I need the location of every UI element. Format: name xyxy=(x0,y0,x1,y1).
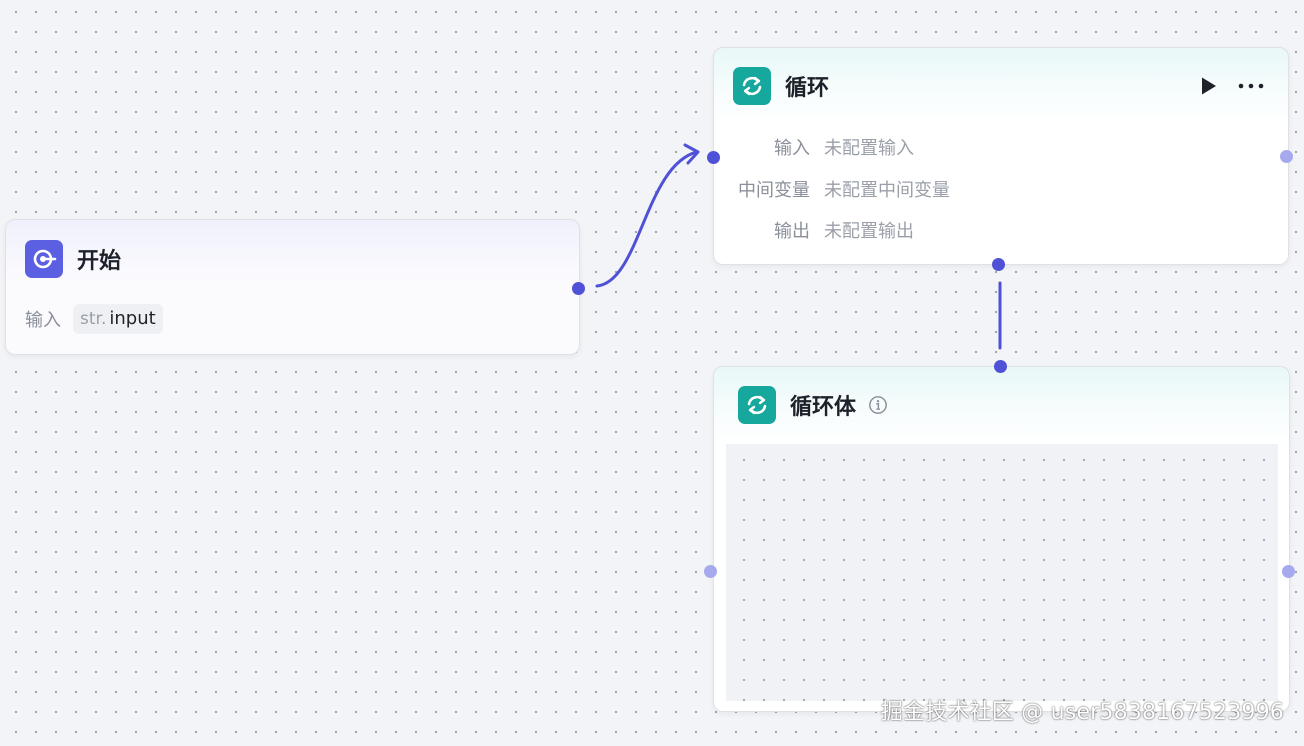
loop-body-node[interactable]: 循环体 xyxy=(713,366,1290,712)
loop-icon xyxy=(733,67,771,105)
loop-output-row: 输出 未配置输出 xyxy=(718,217,914,243)
loop-node-actions xyxy=(1198,75,1266,97)
loop-row-label: 输入 xyxy=(774,138,810,159)
start-node-header: 开始 xyxy=(25,240,121,278)
loop-icon xyxy=(738,386,776,424)
loop-row-value: 未配置输出 xyxy=(824,221,914,242)
loop-row-label: 输出 xyxy=(774,221,810,242)
edge-start-to-loop[interactable] xyxy=(595,150,699,288)
info-icon[interactable] xyxy=(868,395,888,415)
loop-row-value: 未配置输入 xyxy=(824,138,914,159)
loop-body-output-handle[interactable] xyxy=(1282,565,1295,578)
variable-type: str. xyxy=(80,308,107,329)
variable-name: input xyxy=(109,308,156,329)
loop-intermediate-row: 中间变量 未配置中间变量 xyxy=(718,176,950,202)
loop-body-top-handle[interactable] xyxy=(994,360,1007,373)
watermark: 掘金技术社区 @ user5838167523996 xyxy=(880,700,1284,725)
loop-node-header: 循环 xyxy=(733,67,829,105)
loop-row-value: 未配置中间变量 xyxy=(824,180,950,201)
start-input-label: 输入 xyxy=(25,310,61,331)
loop-row-label: 中间变量 xyxy=(738,180,810,201)
loop-body-node-header: 循环体 xyxy=(738,386,888,424)
start-output-handle[interactable] xyxy=(572,282,585,295)
start-icon xyxy=(25,240,63,278)
loop-bottom-handle[interactable] xyxy=(992,258,1005,271)
loop-input-row: 输入 未配置输入 xyxy=(718,134,914,160)
loop-body-input-handle[interactable] xyxy=(704,565,717,578)
loop-node[interactable]: 循环 输入 未配置输入 中间变量 未配置中间变量 输出 未配置输出 xyxy=(713,47,1289,265)
loop-body-canvas[interactable] xyxy=(726,444,1278,701)
loop-node-title: 循环 xyxy=(785,76,830,101)
loop-output-handle[interactable] xyxy=(1280,150,1293,163)
more-icon[interactable] xyxy=(1236,75,1266,97)
workflow-canvas[interactable]: 开始 输入 str. input 循环 输入 未配置输入 中间变量 未配置中间变… xyxy=(0,0,1304,746)
loop-body-node-title: 循环体 xyxy=(790,395,857,420)
edge-arrowhead-icon xyxy=(683,143,700,165)
input-variable-tag[interactable]: str. input xyxy=(73,304,163,334)
loop-input-handle[interactable] xyxy=(707,151,720,164)
play-icon[interactable] xyxy=(1198,75,1220,97)
start-input-row: 输入 str. input xyxy=(25,304,163,334)
start-node[interactable]: 开始 输入 str. input xyxy=(5,219,580,355)
start-node-title: 开始 xyxy=(77,249,122,274)
